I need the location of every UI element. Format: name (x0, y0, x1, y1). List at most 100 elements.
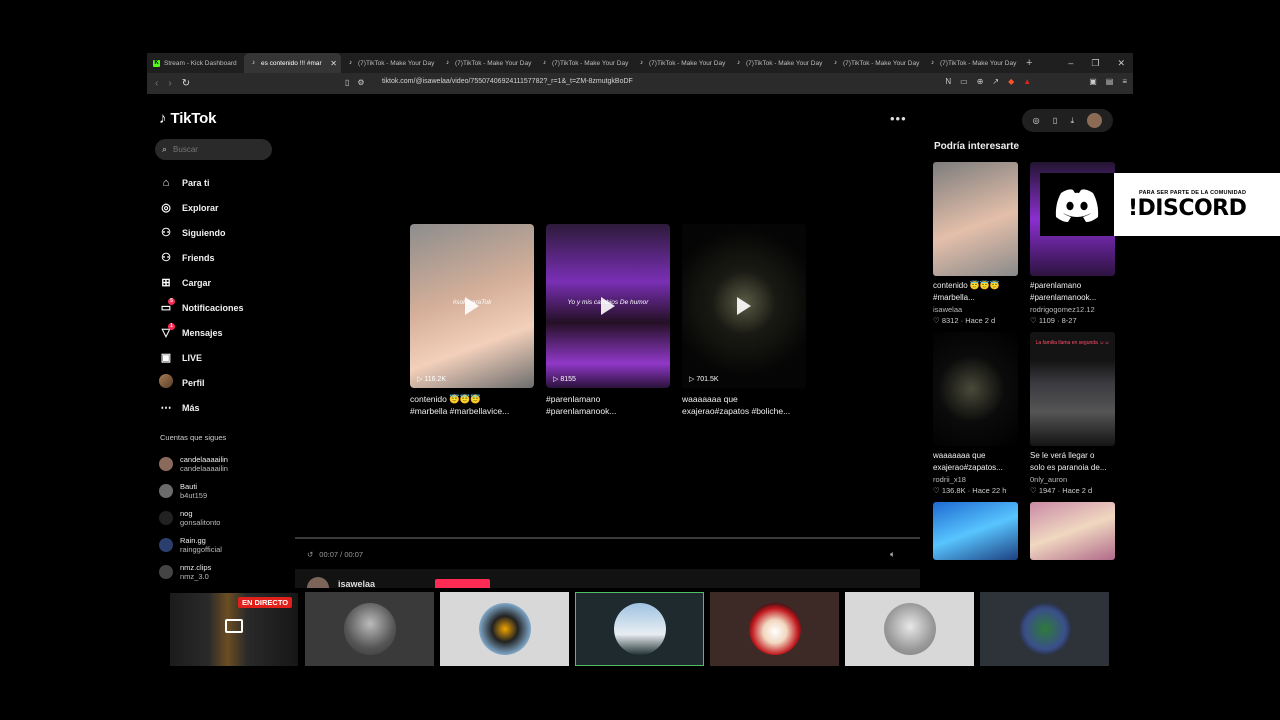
author-avatar[interactable] (307, 577, 329, 588)
replay-icon[interactable]: ↺ (307, 550, 313, 559)
recommended-item[interactable]: La familia llama en segunda ☺☺ Se le ver… (1030, 332, 1115, 496)
tab-tiktok-active[interactable]: ♪ es contenido !!! #mar ✕ (244, 53, 341, 73)
recommended-item[interactable]: waaaaaaa que exajerao#zapatos... rodrii_x… (933, 332, 1018, 496)
tab-kick-dashboard[interactable]: K Stream - Kick Dashboard (147, 53, 244, 73)
video-caption[interactable]: contenido 😇😇😇 #marbella #marbellavice... (410, 393, 534, 417)
play-icon[interactable] (601, 297, 615, 315)
recommended-item[interactable] (933, 502, 1018, 560)
video-thumbnail[interactable]: Yo y mis cambios De humor ▷ 8155 (546, 224, 670, 388)
site-info-icon[interactable]: ⚙ (357, 78, 364, 87)
recommended-thumbnail[interactable] (933, 332, 1018, 446)
video-caption[interactable]: #parenlamano #parenlamanook... (546, 393, 670, 417)
nav-live[interactable]: ▣ LIVE (159, 345, 244, 370)
cast-icon[interactable]: ▭ (960, 77, 968, 86)
nav-friends[interactable]: ⚇ Friends (159, 245, 244, 270)
author-strip: isawelaa (295, 569, 920, 588)
video-thumbnail[interactable]: ▷ 701.5K (682, 224, 806, 388)
share-icon[interactable]: ↗ (992, 77, 999, 86)
tab-tiktok[interactable]: ♪ (7)TikTok - Make Your Day (923, 53, 1020, 73)
nav-siguiendo[interactable]: ⚇ Siguiendo (159, 220, 244, 245)
zoom-icon[interactable]: ⊕ (977, 77, 984, 86)
rec-user[interactable]: rodrigogomez12.12 (1030, 304, 1115, 315)
reader-icon[interactable]: N (945, 77, 951, 86)
forward-icon[interactable]: › (168, 78, 171, 89)
url-field[interactable]: tiktok.com/@isawelaa/video/7550740692411… (382, 78, 633, 85)
author-name[interactable]: isawelaa (338, 579, 375, 588)
like-count: 1947 (1038, 486, 1056, 495)
tab-tiktok[interactable]: ♪ (7)TikTok - Make Your Day (729, 53, 826, 73)
nav-mas[interactable]: ⋯ Más (159, 395, 244, 420)
address-bar: ‹ › ↻ ▯ ⚙ tiktok.com/@isawelaa/video/755… (147, 73, 1133, 94)
nav-notificaciones[interactable]: ▭ 5 Notificaciones (159, 295, 244, 320)
recommended-item[interactable]: contenido 😇😇😇 #marbella... isawelaa ♡ 831… (933, 162, 1018, 326)
rewards-icon[interactable]: ▲ (1023, 77, 1031, 86)
recommended-thumbnail[interactable] (933, 502, 1018, 560)
participant-tile-speaking[interactable] (575, 592, 704, 666)
coins-icon[interactable]: ◎ (1033, 116, 1040, 125)
tiktok-logo[interactable]: ♪ TikTok (159, 110, 216, 127)
video-thumbnail[interactable]: #soloparaTok ▷ 116.2K (410, 224, 534, 388)
nav-cargar[interactable]: ⊞ Cargar (159, 270, 244, 295)
tab-tiktok[interactable]: ♪ (7)TikTok - Make Your Day (632, 53, 729, 73)
following-item[interactable]: nmz.clips nmz_3.0 (159, 558, 228, 585)
search-input[interactable] (173, 145, 264, 154)
close-window-icon[interactable]: ✕ (1117, 58, 1125, 69)
participant-tile[interactable] (710, 592, 839, 666)
download-icon[interactable]: ⤓ (1071, 116, 1075, 126)
video-caption[interactable]: waaaaaaa que exajerao#zapatos #boliche... (682, 393, 806, 417)
video-progress-bar[interactable] (295, 537, 920, 539)
following-item[interactable]: candelaaaailin candelaaaailin (159, 450, 228, 477)
nav-explorar[interactable]: ◎ Explorar (159, 195, 244, 220)
bookmark-icon[interactable]: ▯ (345, 78, 349, 87)
maximize-icon[interactable]: ❐ (1091, 58, 1099, 69)
rec-user[interactable]: rodrii_x18 (933, 474, 1018, 485)
recommended-item[interactable] (1030, 502, 1115, 560)
volume-icon[interactable]: 🔈︎ (890, 549, 895, 560)
menu-icon[interactable]: ≡ (1122, 77, 1127, 86)
video-card[interactable]: Yo y mis cambios De humor ▷ 8155 #parenl… (546, 224, 670, 417)
close-tab-icon[interactable]: ✕ (330, 59, 337, 68)
profile-avatar[interactable] (1087, 113, 1103, 128)
tab-tiktok[interactable]: ♪ (7)TikTok - Make Your Day (826, 53, 923, 73)
play-icon[interactable] (465, 297, 479, 315)
recommended-thumbnail[interactable] (1030, 502, 1115, 560)
nav-perfil[interactable]: Perfil (159, 370, 244, 395)
tab-tiktok[interactable]: ♪ (7)TikTok - Make Your Day (438, 53, 535, 73)
brave-shield-icon[interactable]: ◆ (1008, 77, 1014, 86)
search-bar[interactable]: ⌕ (155, 139, 272, 160)
participant-tile[interactable] (440, 592, 569, 666)
reload-icon[interactable]: ↻ (182, 78, 190, 89)
recommended-thumbnail[interactable]: La familia llama en segunda ☺☺ (1030, 332, 1115, 446)
following-item[interactable]: Rain.gg rainggofficial (159, 531, 228, 558)
following-item[interactable]: Bauti b4ut159 (159, 477, 228, 504)
sidebar-icon[interactable]: ▣ (1089, 77, 1097, 86)
nav-mensajes[interactable]: ▽ 1 Mensajes (159, 320, 244, 345)
minimize-icon[interactable]: – (1068, 58, 1073, 68)
participant-tile[interactable] (845, 592, 974, 666)
logo-text: TikTok (170, 110, 217, 127)
nav-para-ti[interactable]: ⌂ Para ti (159, 170, 244, 195)
participant-tile[interactable] (305, 592, 434, 666)
tab-tiktok[interactable]: ♪ (7)TikTok - Make Your Day (535, 53, 632, 73)
rec-meta: ♡ 1947 · Hace 2 d (1030, 486, 1093, 495)
video-card[interactable]: ▷ 701.5K waaaaaaa que exajerao#zapatos #b… (682, 224, 806, 417)
device-icon[interactable]: ▯ (1053, 116, 1057, 125)
recommended-thumbnail[interactable] (933, 162, 1018, 276)
tiktok-icon: ♪ (931, 59, 934, 66)
live-badge: EN DIRECTO (238, 597, 293, 608)
thumbnail-overlay-text: La familia llama en segunda ☺☺ (1035, 340, 1110, 346)
play-icon[interactable] (737, 297, 751, 315)
participant-avatar (343, 603, 396, 655)
new-tab-button[interactable]: + (1026, 57, 1032, 69)
more-options-icon[interactable]: ••• (890, 111, 907, 126)
tab-tiktok[interactable]: ♪ (7)TikTok - Make Your Day (341, 53, 438, 73)
rec-user[interactable]: 0nly_auron (1030, 474, 1115, 485)
rec-user[interactable]: isawelaa (933, 304, 1018, 315)
wallet-icon[interactable]: ▤ (1106, 77, 1114, 86)
video-card[interactable]: #soloparaTok ▷ 116.2K contenido 😇😇😇 #marb… (410, 224, 534, 417)
following-item[interactable]: nog gonsalitonto (159, 504, 228, 531)
back-icon[interactable]: ‹ (155, 78, 158, 89)
participant-tile[interactable] (980, 592, 1109, 666)
follow-button[interactable] (435, 579, 490, 588)
